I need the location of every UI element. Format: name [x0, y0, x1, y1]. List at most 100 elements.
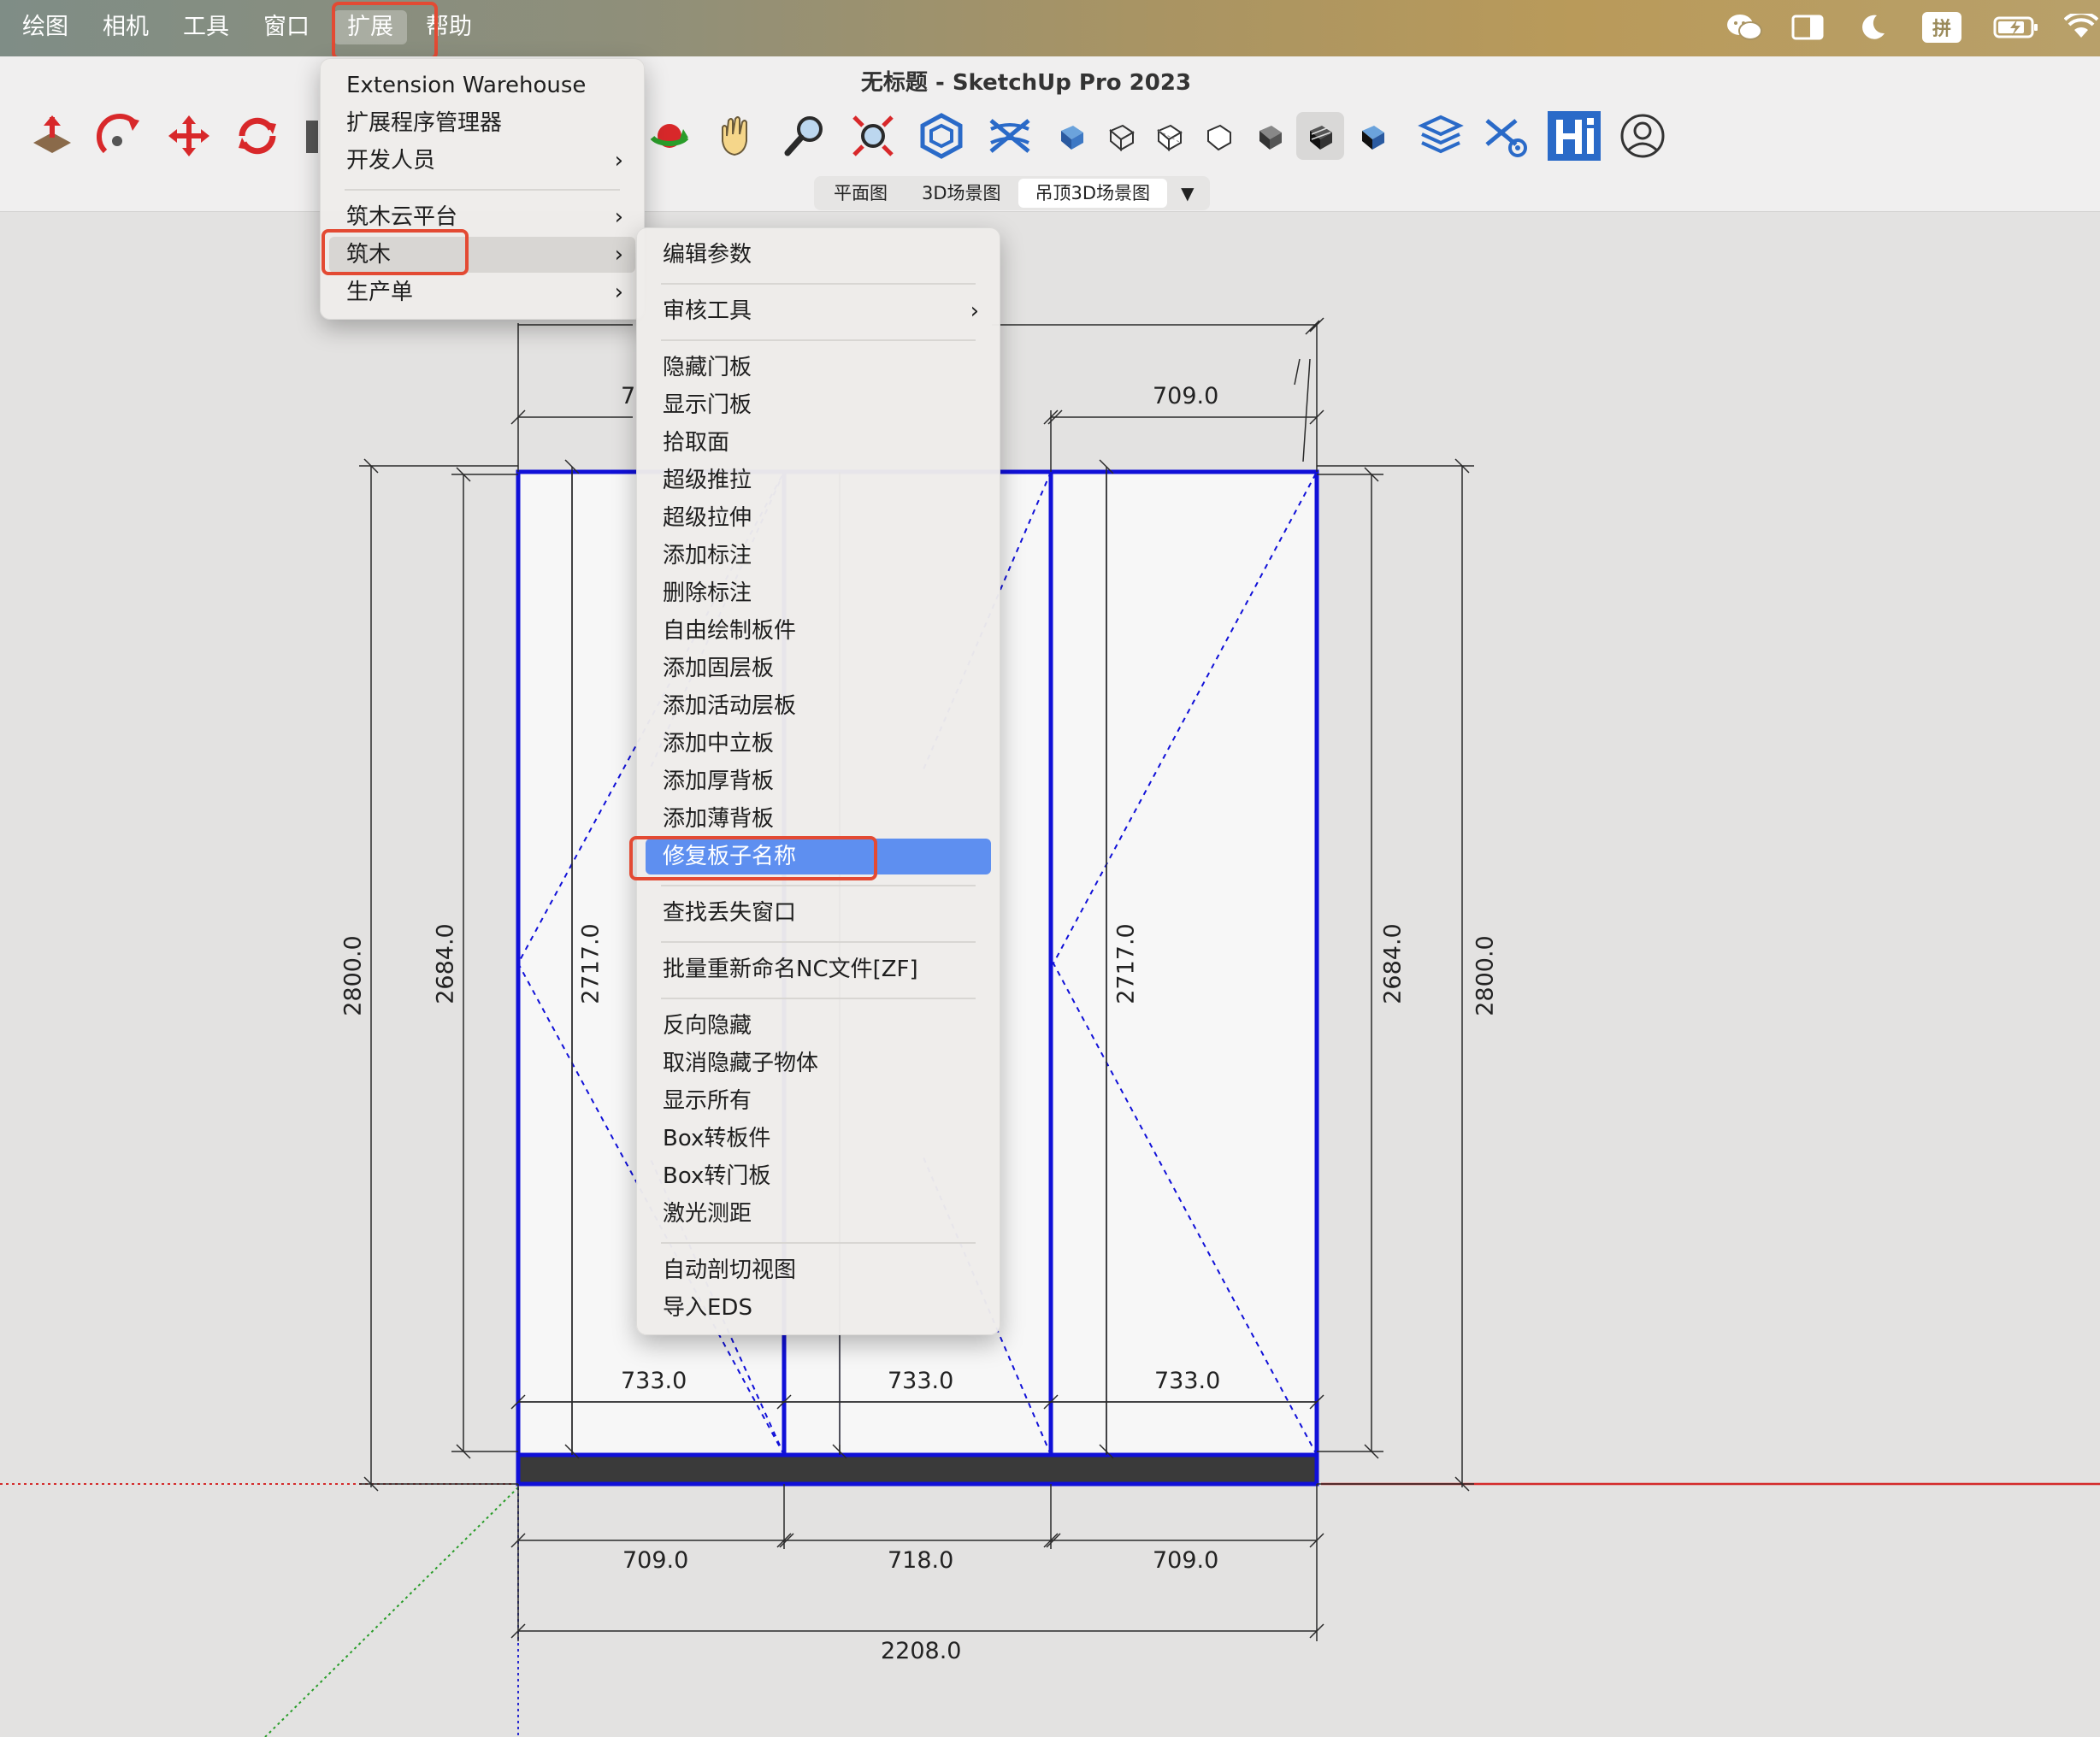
dim-left-height-3: 2717.0: [577, 923, 605, 1004]
model-canvas[interactable]: 7 709.0 733.0 733.0 733.0 709.0 718.0 70…: [0, 212, 2100, 1737]
menu-item-laser-measure[interactable]: 激光测距: [646, 1196, 991, 1232]
battery-icon[interactable]: [1992, 12, 2040, 43]
menu-window[interactable]: 窗口: [255, 10, 318, 44]
chevron-right-icon: ›: [614, 242, 623, 268]
menu-item-production-order[interactable]: 生产单 ›: [329, 274, 635, 310]
menu-item-label: 审核工具: [663, 298, 752, 324]
cube-hidden-icon[interactable]: [1142, 109, 1195, 162]
scene-tab-ceiling-3d[interactable]: 吊顶3D场景图: [1018, 179, 1168, 208]
user-account-icon[interactable]: [1616, 109, 1669, 162]
menu-item-free-draw-panel[interactable]: 自由绘制板件: [646, 613, 991, 649]
menu-item-add-middle-panel[interactable]: 添加中立板: [646, 726, 991, 762]
menu-item-box-to-panel[interactable]: Box转板件: [646, 1121, 991, 1157]
move-tool-icon[interactable]: [162, 109, 215, 162]
chevron-right-icon: ›: [614, 204, 623, 230]
zoom-tool-icon[interactable]: [778, 109, 831, 162]
menu-separator: [661, 339, 976, 341]
scene-bar: 平面图 3D场景图 吊顶3D场景图 ▼: [0, 174, 2100, 212]
scene-tab-3d[interactable]: 3D场景图: [905, 179, 1018, 208]
menu-item-super-stretch[interactable]: 超级拉伸: [646, 500, 991, 536]
menu-item-edit-params[interactable]: 编辑参数: [646, 237, 991, 273]
chevron-right-icon: ›: [614, 148, 623, 174]
menu-tools[interactable]: 工具: [174, 10, 238, 44]
dim-inner-width-1: 733.0: [621, 1368, 687, 1394]
menu-item-label: 自由绘制板件: [663, 618, 797, 644]
menu-item-show-doors[interactable]: 显示门板: [646, 387, 991, 423]
menu-item-add-thin-back[interactable]: 添加薄背板: [646, 801, 991, 837]
dim-right-height-2: 2684.0: [1379, 923, 1407, 1004]
menu-item-label: 取消隐藏子物体: [663, 1051, 819, 1076]
scene-tab-plan[interactable]: 平面图: [817, 179, 905, 208]
menu-item-label: 筑木云平台: [346, 204, 458, 230]
cube-wire-icon[interactable]: [1094, 109, 1147, 162]
follow-me-tool-icon[interactable]: [94, 109, 147, 162]
zhumu-settings-tool-icon[interactable]: [1479, 109, 1532, 162]
menu-item-developer[interactable]: 开发人员 ›: [329, 143, 635, 179]
menu-item-pick-face[interactable]: 拾取面: [646, 425, 991, 461]
menu-item-label: 显示门板: [663, 392, 752, 418]
menu-item-add-fixed-shelf[interactable]: 添加固层板: [646, 651, 991, 686]
menu-item-import-eds[interactable]: 导入EDS: [646, 1290, 991, 1326]
chevron-right-icon: ›: [614, 280, 623, 305]
menu-item-extension-manager[interactable]: 扩展程序管理器: [329, 105, 635, 141]
layers-tool-icon[interactable]: [1414, 109, 1467, 162]
wifi-icon[interactable]: [2062, 12, 2100, 43]
menu-item-label: 查找丢失窗口: [663, 900, 797, 926]
cube-textured-icon[interactable]: [1296, 112, 1344, 160]
menu-item-delete-dimension[interactable]: 删除标注: [646, 575, 991, 611]
chevron-right-icon: ›: [970, 298, 979, 324]
menu-item-batch-rename-nc[interactable]: 批量重新命名NC文件[ZF]: [646, 951, 991, 987]
zhumu-logo-icon[interactable]: [1544, 109, 1604, 162]
zhumu-submenu: 编辑参数 审核工具 › 隐藏门板 显示门板 拾取面 超级推拉 超级拉伸 添加标注 …: [636, 227, 1000, 1335]
menu-item-add-movable-shelf[interactable]: 添加活动层板: [646, 688, 991, 724]
menu-item-unhide-children[interactable]: 取消隐藏子物体: [646, 1045, 991, 1081]
menu-item-box-to-door[interactable]: Box转门板: [646, 1158, 991, 1194]
scale-tool-icon[interactable]: [299, 109, 318, 162]
menu-separator: [661, 283, 976, 285]
pan-tool-icon[interactable]: [710, 109, 763, 162]
dim-left-height-1: 2800.0: [339, 935, 367, 1016]
menu-item-audit-tools[interactable]: 审核工具 ›: [646, 293, 991, 329]
sidebar-icon[interactable]: [1789, 12, 1826, 43]
menu-item-label: 生产单: [346, 280, 414, 305]
annotation-box-fix-panel-names: [629, 836, 877, 880]
dim-bottom-width-2: 718.0: [888, 1547, 954, 1574]
zoom-extents-tool-icon[interactable]: [846, 109, 900, 162]
menu-item-find-lost-window[interactable]: 查找丢失窗口: [646, 895, 991, 931]
dim-bottom-width-3: 709.0: [1153, 1547, 1219, 1574]
extensions-menu: Extension Warehouse 扩展程序管理器 开发人员 › 筑木云平台 ›…: [320, 58, 645, 320]
cube-blue-icon[interactable]: [1045, 109, 1098, 162]
moon-icon[interactable]: [1854, 12, 1891, 43]
orbit-tool-icon[interactable]: [643, 109, 696, 162]
menu-item-hide-doors[interactable]: 隐藏门板: [646, 350, 991, 386]
rotate-tool-icon[interactable]: [231, 109, 284, 162]
zhumu-hex-tool-icon[interactable]: [915, 109, 968, 162]
scene-more-button[interactable]: ▼: [1167, 179, 1207, 208]
main-toolbar: [0, 104, 2100, 174]
cube-monochrome-icon[interactable]: [1346, 109, 1399, 162]
menu-item-extension-warehouse[interactable]: Extension Warehouse: [329, 68, 635, 103]
menu-item-super-push-pull[interactable]: 超级推拉: [646, 462, 991, 498]
menu-item-show-all[interactable]: 显示所有: [646, 1083, 991, 1119]
wechat-icon[interactable]: [1724, 12, 1765, 43]
axis-green-dotted: [264, 1487, 519, 1737]
menu-draw[interactable]: 绘图: [14, 10, 77, 44]
menu-separator: [661, 1242, 976, 1244]
dim-right-height-3: 2800.0: [1472, 935, 1499, 1016]
menu-item-label: 超级推拉: [663, 468, 752, 493]
dim-left-height-2: 2684.0: [432, 923, 459, 1004]
input-method-icon[interactable]: 拼: [1922, 12, 1961, 43]
mac-menubar: 绘图 相机 工具 窗口 扩展 帮助 拼: [0, 0, 2100, 56]
annotation-box-zhumu: [321, 229, 469, 275]
menu-item-auto-section-view[interactable]: 自动剖切视图: [646, 1252, 991, 1288]
cube-shaded-icon[interactable]: [1243, 109, 1296, 162]
push-pull-tool-icon[interactable]: [26, 109, 79, 162]
menu-item-reverse-hide[interactable]: 反向隐藏: [646, 1008, 991, 1044]
menu-camera[interactable]: 相机: [94, 10, 157, 44]
zhumu-wave-tool-icon[interactable]: [983, 109, 1036, 162]
cube-outline-icon[interactable]: [1192, 109, 1245, 162]
menu-item-add-thick-back[interactable]: 添加厚背板: [646, 763, 991, 799]
menu-item-label: 添加中立板: [663, 731, 775, 757]
menu-item-label: 批量重新命名NC文件[ZF]: [663, 957, 918, 982]
menu-item-add-dimension[interactable]: 添加标注: [646, 538, 991, 574]
